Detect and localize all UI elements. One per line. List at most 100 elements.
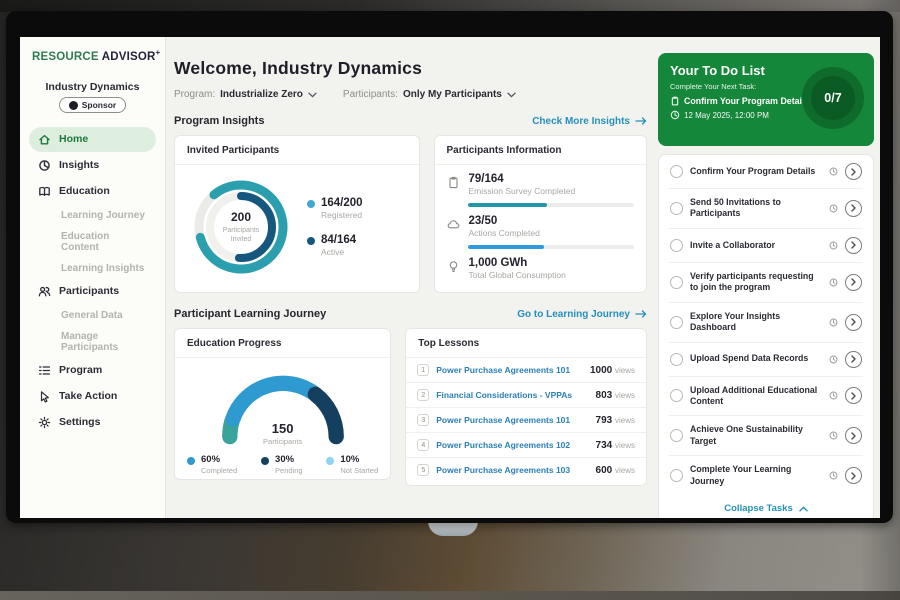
sidebar-item-learning-journey[interactable]: Learning Journey bbox=[29, 205, 156, 226]
go-to-learning-journey-link[interactable]: Go to Learning Journey bbox=[517, 309, 647, 320]
clipboard-icon bbox=[670, 96, 680, 106]
actions-value: 23/50 bbox=[469, 215, 540, 227]
lesson-rank: 3 bbox=[417, 414, 429, 426]
legend-label: Registered bbox=[321, 210, 363, 220]
collapse-tasks-link[interactable]: Collapse Tasks bbox=[669, 495, 863, 518]
sidebar: RESOURCE ADVISOR+ Industry Dynamics Spon… bbox=[20, 37, 166, 518]
sidebar-item-insights[interactable]: Insights bbox=[29, 153, 156, 178]
chevron-right-button[interactable] bbox=[845, 427, 862, 444]
desk-edge bbox=[0, 591, 900, 600]
task-row: Invite a Collaborator bbox=[669, 229, 863, 263]
sidebar-item-manage-participants[interactable]: Manage Participants bbox=[29, 326, 156, 358]
legend-value: 164/200 bbox=[321, 197, 363, 209]
chevron-right-button[interactable] bbox=[845, 387, 862, 404]
collapse-label: Collapse Tasks bbox=[724, 503, 792, 514]
legend-label: Active bbox=[321, 247, 356, 257]
participants-dropdown[interactable]: Participants: Only My Participants bbox=[343, 89, 516, 100]
gauge-value: 150 bbox=[208, 421, 358, 436]
filter-bar: Program: Industrialize Zero Participants… bbox=[174, 89, 647, 100]
lightbulb-icon bbox=[447, 260, 460, 273]
task-row: Verify participants requesting to join t… bbox=[669, 263, 863, 303]
monitor-bezel: RESOURCE ADVISOR+ Industry Dynamics Spon… bbox=[6, 11, 893, 523]
sidebar-item-home[interactable]: Home bbox=[29, 127, 156, 152]
pointer-icon bbox=[38, 390, 51, 403]
lesson-row[interactable]: 4 Power Purchase Agreements 102 734 view… bbox=[406, 433, 646, 458]
legend-dot bbox=[307, 237, 315, 245]
sidebar-item-education[interactable]: Education bbox=[29, 179, 156, 204]
sidebar-item-education-content[interactable]: Education Content bbox=[29, 226, 156, 258]
task-checkbox[interactable] bbox=[670, 165, 683, 178]
link-label: Check More Insights bbox=[532, 116, 630, 127]
clock-info-icon bbox=[829, 471, 838, 480]
task-row: Send 50 Invitations to Participants bbox=[669, 189, 863, 229]
sidebar-item-settings[interactable]: Settings bbox=[29, 410, 156, 435]
legend-value: 30% bbox=[275, 454, 303, 465]
sidebar-item-participants[interactable]: Participants bbox=[29, 279, 156, 304]
legend-pending: 30% Pending bbox=[261, 454, 303, 475]
clock-info-icon bbox=[829, 204, 838, 213]
lesson-row[interactable]: 1 Power Purchase Agreements 101 1000 vie… bbox=[406, 358, 646, 383]
sponsor-badge-label: Sponsor bbox=[82, 100, 116, 110]
task-row: Achieve One Sustainability Target bbox=[669, 416, 863, 456]
lesson-row[interactable]: 2 Financial Considerations - VPPAs 803 v… bbox=[406, 383, 646, 408]
participants-value: Only My Participants bbox=[403, 89, 502, 100]
sidebar-item-learning-insights[interactable]: Learning Insights bbox=[29, 258, 156, 279]
chevron-right-button[interactable] bbox=[845, 274, 862, 291]
todo-next-task: Confirm Your Program Details bbox=[684, 96, 809, 106]
task-checkbox[interactable] bbox=[670, 202, 683, 215]
book-icon bbox=[38, 185, 51, 198]
task-row: Confirm Your Program Details bbox=[669, 155, 863, 189]
chevron-right-button[interactable] bbox=[845, 200, 862, 217]
program-label: Program: bbox=[174, 89, 215, 100]
check-more-insights-link[interactable]: Check More Insights bbox=[532, 116, 647, 127]
sponsor-badge: Sponsor bbox=[59, 97, 126, 113]
sidebar-item-take-action[interactable]: Take Action bbox=[29, 384, 156, 409]
program-dropdown[interactable]: Program: Industrialize Zero bbox=[174, 89, 317, 100]
chevron-right-button[interactable] bbox=[845, 163, 862, 180]
lesson-link[interactable]: Power Purchase Agreements 102 bbox=[436, 440, 588, 450]
task-checkbox[interactable] bbox=[670, 276, 683, 289]
clock-icon bbox=[670, 110, 680, 120]
todo-hero-card: Your To Do List Complete Your Next Task:… bbox=[658, 53, 874, 146]
people-icon bbox=[38, 285, 51, 298]
task-label: Confirm Your Program Details bbox=[690, 166, 822, 177]
task-checkbox[interactable] bbox=[670, 353, 683, 366]
sidebar-item-label: Insights bbox=[59, 159, 99, 171]
clock-info-icon bbox=[829, 318, 838, 327]
lesson-link[interactable]: Power Purchase Agreements 101 bbox=[436, 365, 583, 375]
participants-label: Participants: bbox=[343, 89, 398, 100]
chevron-right-button[interactable] bbox=[845, 351, 862, 368]
sidebar-item-label: Home bbox=[59, 133, 88, 145]
chevron-right-icon bbox=[851, 168, 856, 176]
task-checkbox[interactable] bbox=[670, 429, 683, 442]
arrow-right-icon bbox=[635, 310, 647, 318]
todo-panel: Your To Do List Complete Your Next Task:… bbox=[658, 53, 874, 518]
chevron-right-button[interactable] bbox=[845, 467, 862, 484]
lesson-views-label: views bbox=[615, 441, 635, 450]
todo-progress-value: 0/7 bbox=[824, 91, 841, 105]
sidebar-item-label: Settings bbox=[59, 416, 100, 428]
chevron-right-button[interactable] bbox=[845, 314, 862, 331]
sidebar-item-general-data[interactable]: General Data bbox=[29, 305, 156, 326]
lesson-link[interactable]: Power Purchase Agreements 101 bbox=[436, 415, 588, 425]
task-label: Upload Additional Educational Content bbox=[690, 385, 822, 408]
task-checkbox[interactable] bbox=[670, 239, 683, 252]
task-checkbox[interactable] bbox=[670, 469, 683, 482]
home-icon bbox=[38, 133, 51, 146]
lesson-row[interactable]: 5 Power Purchase Agreements 103 600 view… bbox=[406, 458, 646, 482]
lesson-views-count: 803 bbox=[596, 390, 613, 401]
chevron-right-button[interactable] bbox=[845, 237, 862, 254]
task-row: Explore Your Insights Dashboard bbox=[669, 303, 863, 343]
survey-icon bbox=[447, 176, 460, 189]
legend-active: 84/164 Active bbox=[307, 234, 363, 257]
task-checkbox[interactable] bbox=[670, 389, 683, 402]
lesson-views-label: views bbox=[615, 366, 635, 375]
lesson-link[interactable]: Power Purchase Agreements 103 bbox=[436, 465, 588, 475]
clock-info-icon bbox=[829, 278, 838, 287]
chevron-right-icon bbox=[851, 355, 856, 363]
lesson-link[interactable]: Financial Considerations - VPPAs bbox=[436, 390, 588, 400]
sidebar-item-program[interactable]: Program bbox=[29, 358, 156, 383]
task-checkbox[interactable] bbox=[670, 316, 683, 329]
lesson-row[interactable]: 3 Power Purchase Agreements 101 793 view… bbox=[406, 408, 646, 433]
legend-dot bbox=[307, 200, 315, 208]
